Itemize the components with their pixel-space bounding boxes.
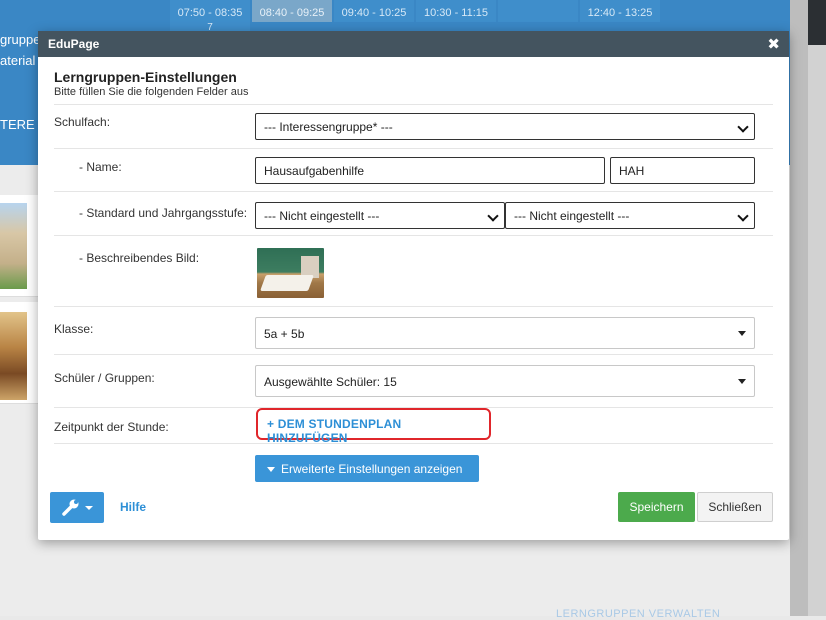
side-text-3: TERE I xyxy=(0,117,42,132)
class-label: Klasse: xyxy=(54,322,94,336)
students-label: Schüler / Gruppen: xyxy=(54,371,155,385)
row-name: - Name: Hausaufgabenhilfe HAH xyxy=(54,149,773,192)
period-1[interactable]: 07:50 - 08:35 xyxy=(170,0,250,22)
row-students: Schüler / Gruppen: Ausgewählte Schüler: … xyxy=(54,355,773,408)
class-select-value: 5a + 5b xyxy=(264,327,305,341)
side-text-1: gruppe xyxy=(0,32,41,47)
chevron-down-icon xyxy=(487,210,499,222)
subject-select-value: --- Interessengruppe* --- xyxy=(264,120,393,134)
save-button[interactable]: Speichern xyxy=(618,492,695,522)
standard-select-value: --- Nicht eingestellt --- xyxy=(264,209,380,223)
tools-dropdown-button[interactable] xyxy=(50,492,104,523)
side-text-2: aterial xyxy=(0,53,36,68)
short-name-input[interactable]: HAH xyxy=(610,157,755,184)
close-button[interactable]: Schließen xyxy=(697,492,773,522)
time-label: Zeitpunkt der Stunde: xyxy=(54,420,169,434)
right-dark-block xyxy=(808,0,826,45)
caret-down-icon xyxy=(267,467,275,473)
advanced-settings-label: Erweiterte Einstellungen anzeigen xyxy=(281,462,463,476)
book-picture[interactable] xyxy=(257,248,324,298)
period-3[interactable]: 09:40 - 10:25 xyxy=(334,0,414,22)
manage-groups-link[interactable]: LERNGRUPPEN VERWALTEN xyxy=(556,608,720,620)
row-class: Klasse: 5a + 5b xyxy=(54,307,773,355)
scrollbar-track[interactable] xyxy=(790,0,808,616)
row-subject: Schulfach: --- Interessengruppe* --- xyxy=(54,104,773,149)
subject-label: Schulfach: xyxy=(54,115,111,129)
form-subheading: Bitte füllen Sie die folgenden Felder au… xyxy=(54,86,249,98)
class-select[interactable]: 5a + 5b xyxy=(255,317,755,349)
level-label: - Standard und Jahrgangsstufe: xyxy=(79,206,248,220)
caret-down-icon xyxy=(738,331,746,336)
period-6[interactable]: 12:40 - 13:25 xyxy=(580,0,660,22)
grade-select[interactable]: --- Nicht eingestellt --- xyxy=(505,202,755,229)
image-label: - Beschreibendes Bild: xyxy=(79,251,200,265)
subject-select[interactable]: --- Interessengruppe* --- xyxy=(255,113,755,140)
building-image xyxy=(0,203,27,289)
right-strip xyxy=(808,0,826,616)
period-4[interactable]: 10:30 - 11:15 xyxy=(416,0,496,22)
name-input[interactable]: Hausaufgabenhilfe xyxy=(255,157,605,184)
chevron-down-icon xyxy=(737,121,749,133)
period-2[interactable]: 08:40 - 09:25 xyxy=(252,0,332,22)
wrench-icon xyxy=(62,499,93,516)
form-heading: Lerngruppen-Einstellungen xyxy=(54,69,237,85)
row-image: - Beschreibendes Bild: xyxy=(54,236,773,307)
chevron-down-icon xyxy=(737,210,749,222)
dialog-title: EduPage xyxy=(48,37,100,51)
standard-select[interactable]: --- Nicht eingestellt --- xyxy=(255,202,505,229)
period-5[interactable] xyxy=(498,0,578,22)
row-time: Zeitpunkt der Stunde: + DEM STUNDENPLAN … xyxy=(54,408,773,445)
caret-down-icon xyxy=(738,379,746,384)
students-select[interactable]: Ausgewählte Schüler: 15 xyxy=(255,365,755,397)
help-link[interactable]: Hilfe xyxy=(120,500,146,514)
grade-select-value: --- Nicht eingestellt --- xyxy=(514,209,630,223)
advanced-settings-button[interactable]: Erweiterte Einstellungen anzeigen xyxy=(255,455,479,482)
name-label: - Name: xyxy=(79,160,122,174)
row-level: - Standard und Jahrgangsstufe: --- Nicht… xyxy=(54,192,773,236)
close-icon[interactable]: ✖ xyxy=(767,35,780,53)
group-settings-dialog: EduPage ✖ Lerngruppen-Einstellungen Bitt… xyxy=(38,31,789,540)
students-select-value: Ausgewählte Schüler: 15 xyxy=(264,375,397,389)
add-to-timetable-button[interactable]: + DEM STUNDENPLAN HINZUFÜGEN xyxy=(256,408,491,445)
painting-image xyxy=(0,312,27,400)
dialog-titlebar: EduPage ✖ xyxy=(38,31,789,57)
